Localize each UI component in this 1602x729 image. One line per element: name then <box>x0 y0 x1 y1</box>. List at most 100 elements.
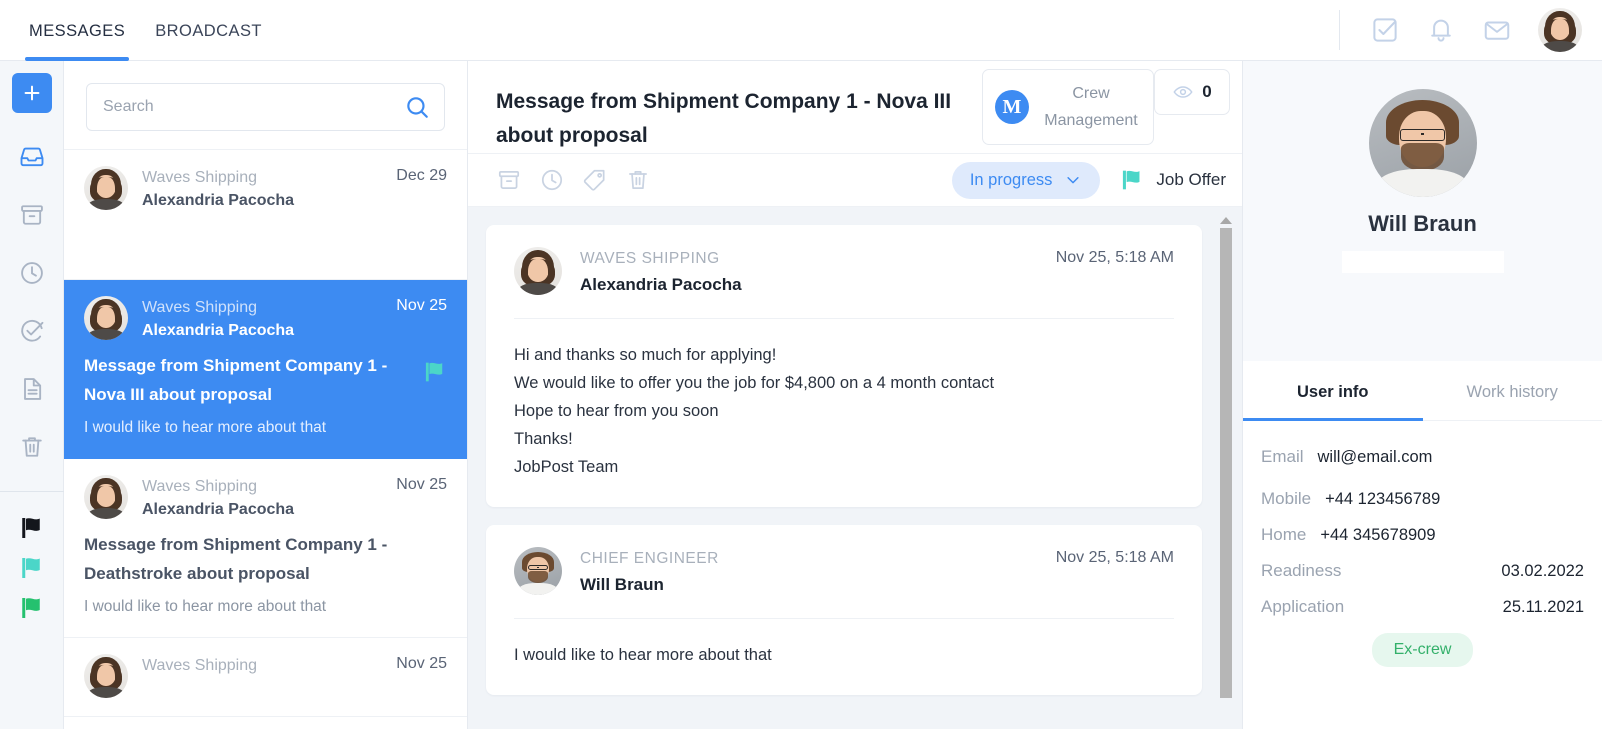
info-value: will@email.com <box>1317 448 1433 466</box>
info-row-home: Home +44 345678909 <box>1261 525 1584 545</box>
message-body-line: Hi and thanks so much for applying! <box>514 346 777 364</box>
info-label: Application <box>1261 597 1345 616</box>
message-sender: CHIEF ENGINEER Will Braun <box>580 547 1056 598</box>
info-value: 03.02.2022 <box>1501 562 1584 580</box>
views-badge[interactable]: 0 <box>1154 69 1230 115</box>
flag-filter-teal[interactable] <box>10 548 54 588</box>
search-box[interactable] <box>86 83 445 131</box>
trash-icon[interactable] <box>625 167 651 193</box>
top-bar-actions <box>1339 0 1602 61</box>
message-body-line: Thanks! <box>514 430 573 448</box>
status-dropdown[interactable]: In progress <box>951 161 1101 199</box>
message-body-line: JobPost Team <box>514 458 619 476</box>
tab-messages[interactable]: MESSAGES <box>25 22 130 61</box>
envelope-icon[interactable] <box>1482 15 1512 45</box>
archive-icon[interactable] <box>496 167 522 193</box>
eye-icon <box>1172 81 1194 103</box>
search-icon[interactable] <box>404 94 430 120</box>
message-sender-role: CHIEF ENGINEER <box>580 550 719 567</box>
conversation-flag[interactable]: Job Offer <box>1118 166 1226 194</box>
message-card: CHIEF ENGINEER Will Braun Nov 25, 5:18 A… <box>486 525 1202 695</box>
user-info-list: Email will@email.com Mobile +44 12345678… <box>1243 421 1602 667</box>
list-item-avatar <box>84 296 128 340</box>
conversation-toolbar: In progress Job Offer <box>468 153 1242 207</box>
list-item[interactable]: Waves Shipping Alexandria Pacocha Dec 29 <box>64 150 467 280</box>
message-card-header: CHIEF ENGINEER Will Braun Nov 25, 5:18 A… <box>514 547 1174 618</box>
left-rail <box>0 61 64 729</box>
list-item-person: Alexandria Pacocha <box>142 192 295 209</box>
list-item-subject: Message from Shipment Company 1 - Nova I… <box>84 356 388 404</box>
info-row-readiness: Readiness 03.02.2022 <box>1261 561 1584 581</box>
compose-button[interactable] <box>11 73 52 113</box>
info-label: Home <box>1261 525 1307 544</box>
list-item-company: Waves Shipping <box>142 299 258 316</box>
tab-work-history[interactable]: Work history <box>1423 361 1602 420</box>
info-row-application: Application 25.11.2021 <box>1261 597 1584 617</box>
sidebar-item-archive[interactable] <box>10 193 54 237</box>
list-item-names: Waves Shipping Alexandria Pacocha <box>142 475 396 522</box>
list-item-selected[interactable]: Waves Shipping Alexandria Pacocha Nov 25… <box>64 280 467 459</box>
divider <box>1339 10 1340 50</box>
sidebar-item-pending[interactable] <box>10 251 54 295</box>
sidebar-item-inbox[interactable] <box>10 135 54 179</box>
message-sender: WAVES SHIPPING Alexandria Pacocha <box>580 247 1056 298</box>
list-item-person: Alexandria Pacocha <box>142 501 295 518</box>
list-item-header: Waves Shipping Alexandria Pacocha Dec 29 <box>84 166 447 213</box>
avatar[interactable] <box>1538 8 1582 52</box>
list-item-names: Waves Shipping <box>142 654 396 677</box>
tag-icon[interactable] <box>582 167 608 193</box>
flag-teal-icon <box>1118 166 1146 194</box>
page-title: Message from Shipment Company 1 - Nova I… <box>496 90 952 147</box>
flag-filter-black[interactable] <box>10 508 54 548</box>
info-label: Readiness <box>1261 561 1342 580</box>
search-area <box>64 61 467 149</box>
message-timestamp: Nov 25, 5:18 AM <box>1055 249 1174 266</box>
status-label: In progress <box>969 170 1053 189</box>
info-value: 25.11.2021 <box>1502 598 1584 616</box>
list-item-preview: I would like to hear more about that <box>84 598 327 615</box>
list-item[interactable]: Waves Shipping Alexandria Pacocha Nov 25… <box>64 459 467 638</box>
list-item-avatar <box>84 654 128 698</box>
profile-subtitle-blank <box>1341 251 1504 273</box>
status-badge-wrap: Ex-crew <box>1261 633 1584 667</box>
thread-scrollbar[interactable] <box>1220 217 1232 717</box>
message-avatar <box>514 247 562 295</box>
profile-name: Will Braun <box>1368 211 1477 236</box>
flag-filter-green[interactable] <box>10 588 54 628</box>
crew-management-logo-icon: M <box>995 90 1029 124</box>
sidebar-item-trash[interactable] <box>10 425 54 469</box>
sidebar-item-documents[interactable] <box>10 367 54 411</box>
tab-user-info[interactable]: User info <box>1243 361 1423 421</box>
list-item-avatar <box>84 166 128 210</box>
message-body: Hi and thanks so much for applying! We w… <box>514 319 1174 481</box>
message-timestamp: Nov 25, 5:18 AM <box>1055 549 1174 566</box>
message-sender-name: Alexandria Pacocha <box>580 275 742 294</box>
search-input[interactable] <box>103 98 404 116</box>
scroll-up-arrow-icon[interactable] <box>1220 217 1232 224</box>
scrollbar-thumb[interactable] <box>1220 228 1232 698</box>
list-item-date: Nov 25 <box>396 476 447 493</box>
conversation-panel: Message from Shipment Company 1 - Nova I… <box>468 61 1242 729</box>
info-row-email: Email will@email.com <box>1261 447 1584 467</box>
list-item[interactable]: Waves Shipping Nov 25 <box>64 638 467 717</box>
message-list-panel: Waves Shipping Alexandria Pacocha Dec 29… <box>64 61 468 729</box>
tab-broadcast[interactable]: BROADCAST <box>151 22 266 61</box>
info-label: Mobile <box>1261 489 1312 508</box>
list-item-header: Waves Shipping Nov 25 <box>84 654 447 698</box>
tasks-icon[interactable] <box>1370 15 1400 45</box>
sidebar-item-completed[interactable] <box>10 309 54 353</box>
message-body-line: I would like to hear more about that <box>514 646 772 664</box>
rail-divider <box>0 491 64 492</box>
crew-management-badge[interactable]: M Crew Management <box>982 69 1154 145</box>
info-row-mobile: Mobile +44 123456789 <box>1261 489 1584 509</box>
bell-icon[interactable] <box>1426 15 1456 45</box>
list-item-subject: Message from Shipment Company 1 - Deaths… <box>84 535 388 583</box>
message-body-line: We would like to offer you the job for $… <box>514 374 995 392</box>
message-body-line: Hope to hear from you soon <box>514 402 719 420</box>
top-nav: MESSAGES BROADCAST <box>0 0 288 61</box>
info-value: +44 123456789 <box>1325 490 1441 508</box>
list-item-company: Waves Shipping <box>142 657 258 674</box>
conversation-flag-label: Job Offer <box>1156 170 1226 189</box>
clock-icon[interactable] <box>539 167 565 193</box>
list-item-preview: I would like to hear more about that <box>84 419 327 436</box>
